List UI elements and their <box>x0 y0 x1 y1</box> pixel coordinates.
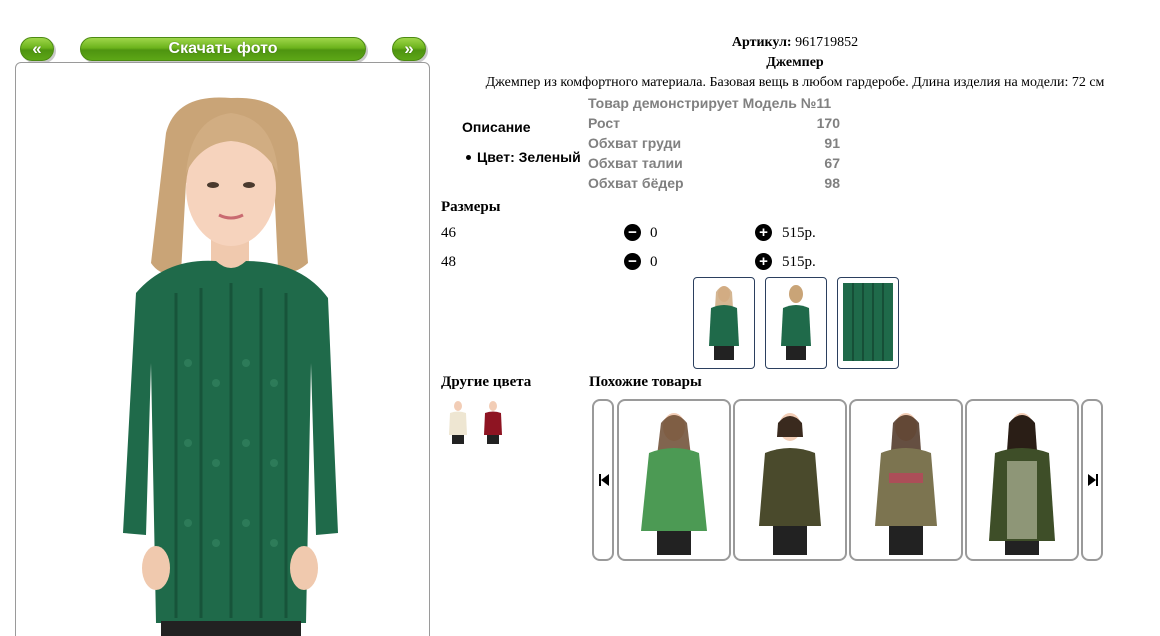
description-heading: Описание <box>462 119 531 135</box>
price-value: 515р. <box>782 225 816 241</box>
color-swatch-beige[interactable] <box>445 399 471 447</box>
size-row: 46 <box>441 223 456 243</box>
measurement-row: Рост 170 <box>588 113 840 133</box>
measurement-value: 67 <box>824 155 840 171</box>
main-product-photo[interactable] <box>15 62 430 636</box>
color-text: Цвет: Зеленый <box>477 149 581 165</box>
similar-product-card[interactable] <box>733 399 847 561</box>
cardigan-olive-icon <box>989 413 1055 555</box>
measurement-value: 170 <box>816 115 840 131</box>
download-photo-button[interactable]: Скачать фото <box>80 37 366 61</box>
measurement-value: 91 <box>824 135 840 151</box>
skip-forward-icon <box>1088 474 1098 486</box>
other-colors-heading: Другие цвета <box>441 374 532 390</box>
minus-icon[interactable]: − <box>624 224 641 241</box>
product-description: Джемпер из комфортного материала. Базова… <box>485 75 1105 90</box>
knit-texture-icon <box>843 283 893 361</box>
prev-photo-button[interactable]: « <box>20 37 54 61</box>
product-name: Джемпер <box>766 55 824 70</box>
sweatshirt-khaki-icon <box>875 413 937 555</box>
similar-heading: Похожие товары <box>589 374 702 390</box>
carousel-next-button[interactable] <box>1081 399 1103 561</box>
model-measurements: Товар демонстрирует Модель №11 Рост 170 О… <box>588 93 840 193</box>
price-value: 515р. <box>782 254 816 270</box>
measurement-row: Обхват груди 91 <box>588 133 840 153</box>
photo-thumbnail-knit[interactable] <box>837 277 899 369</box>
carousel-prev-button[interactable] <box>592 399 614 561</box>
size-label: 46 <box>441 225 456 241</box>
photo-thumbnail-back[interactable] <box>765 277 827 369</box>
similar-product-card[interactable] <box>849 399 963 561</box>
similar-product-card[interactable] <box>965 399 1079 561</box>
similar-product-card[interactable] <box>617 399 731 561</box>
next-photo-button[interactable]: » <box>392 37 426 61</box>
measurement-label: Обхват талии <box>588 155 683 171</box>
model-in-green-sweater-image <box>123 97 338 636</box>
sweater-burgundy-icon <box>484 401 502 444</box>
skip-back-icon <box>599 474 609 486</box>
sweater-green-icon <box>641 413 707 555</box>
sweater-front-icon <box>709 286 739 360</box>
measurement-row: Обхват бёдер 98 <box>588 173 840 193</box>
model-heading: Товар демонстрирует Модель №11 <box>588 93 840 113</box>
size-label: 48 <box>441 254 456 270</box>
plus-icon[interactable]: + <box>755 224 772 241</box>
bullet-icon <box>466 154 471 160</box>
sweater-back-icon <box>781 285 811 360</box>
color-swatch-burgundy[interactable] <box>480 399 506 447</box>
model-heading-text: Товар демонстрирует Модель №11 <box>588 95 832 111</box>
measurement-row: Обхват талии 67 <box>588 153 840 173</box>
color-item: Цвет: Зеленый <box>466 149 581 165</box>
photo-thumbnail-front[interactable] <box>693 277 755 369</box>
quantity-value: 0 <box>650 225 658 241</box>
article-label: Артикул: <box>731 35 792 50</box>
plus-icon[interactable]: + <box>755 253 772 270</box>
measurement-label: Обхват бёдер <box>588 175 684 191</box>
size-row: 48 <box>441 252 456 272</box>
quantity-value: 0 <box>650 254 658 270</box>
measurement-label: Обхват груди <box>588 135 682 151</box>
sizes-heading: Размеры <box>441 199 501 215</box>
article-value: 961719852 <box>795 35 859 50</box>
article-line: Артикул: 961719852 <box>440 35 1150 51</box>
minus-icon[interactable]: − <box>624 253 641 270</box>
sweater-beige-icon <box>449 401 467 444</box>
measurement-label: Рост <box>588 115 620 131</box>
sweater-olive-dark-icon <box>759 413 821 555</box>
measurement-value: 98 <box>824 175 840 191</box>
